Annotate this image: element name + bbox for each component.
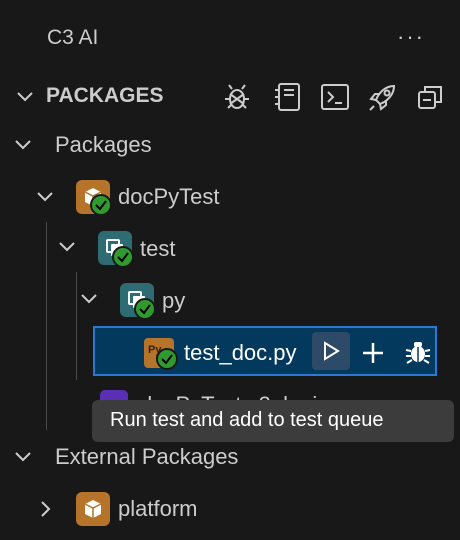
run-test-button[interactable] — [312, 332, 350, 370]
tree-label-file-selected: test_doc.py — [184, 340, 297, 365]
notebook-icon[interactable] — [272, 80, 306, 114]
section-title: PACKAGES — [46, 84, 164, 107]
tree-row-external-packages[interactable]: External Packages — [0, 432, 460, 484]
check-badge-icon — [134, 298, 156, 320]
more-actions-icon[interactable]: ··· — [397, 24, 425, 50]
tooltip-text: Run test and add to test queue — [110, 409, 384, 431]
tree-label-external-packages: External Packages — [55, 444, 239, 469]
debug-icon[interactable] — [404, 338, 432, 366]
terminal-icon[interactable] — [318, 80, 352, 114]
bug-icon[interactable] — [220, 80, 254, 114]
tree-row-platform[interactable]: platform — [0, 484, 460, 536]
rocket-icon[interactable] — [366, 80, 400, 114]
play-icon — [324, 341, 340, 361]
tree-row-packages[interactable]: Packages — [0, 120, 460, 172]
package-icon — [76, 492, 110, 526]
tree-label-packages: Packages — [55, 132, 152, 157]
check-badge-icon — [156, 348, 178, 370]
chevron-down-icon — [15, 140, 31, 150]
tree-row-package[interactable]: docPyTest — [0, 172, 460, 224]
view-title: C3 AI — [47, 26, 99, 49]
collapse-all-icon[interactable] — [414, 80, 448, 114]
add-icon[interactable] — [360, 340, 386, 366]
tree-label-folder-py: py — [162, 288, 186, 313]
tree-row-folder-test[interactable]: test — [0, 222, 460, 274]
chevron-down-icon — [81, 294, 97, 304]
check-badge-icon — [112, 246, 134, 268]
chevron-right-icon — [41, 501, 51, 517]
tree-row-folder-py[interactable]: py — [0, 274, 460, 326]
tree-label-platform: platform — [118, 496, 198, 521]
chevron-down-icon — [37, 192, 53, 202]
check-badge-icon — [90, 194, 112, 216]
tree-label-folder-test: test — [140, 236, 176, 261]
tree-label-package: docPyTest — [118, 184, 220, 209]
chevron-down-icon — [17, 92, 33, 102]
chevron-down-icon — [15, 452, 31, 462]
chevron-down-icon — [59, 242, 75, 252]
